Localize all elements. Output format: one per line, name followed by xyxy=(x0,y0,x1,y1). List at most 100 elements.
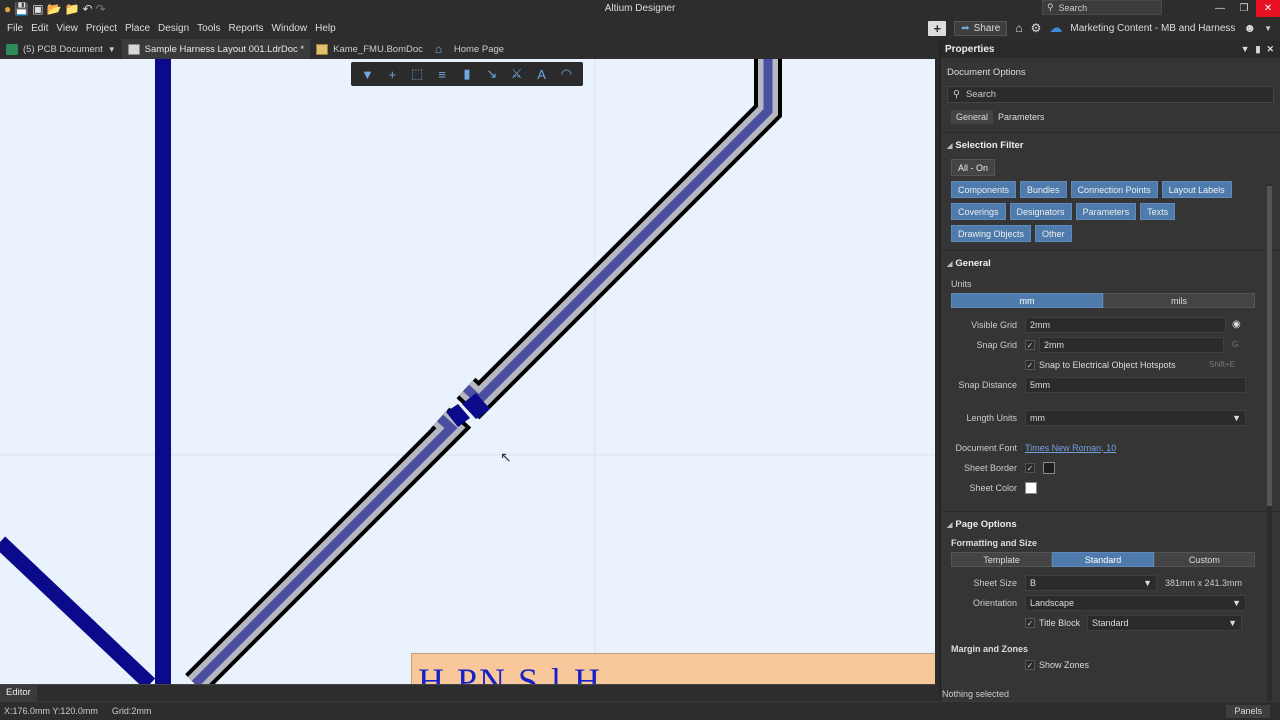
component-icon[interactable]: ▮ xyxy=(456,66,478,82)
collapse-icon: ◢ xyxy=(947,261,953,268)
panel-menu-icon[interactable]: ▼ xyxy=(1241,41,1250,58)
arc-icon[interactable]: ◠ xyxy=(555,66,577,82)
standard-button[interactable]: Standard xyxy=(1052,552,1154,567)
align-icon[interactable]: ≡ xyxy=(431,67,453,82)
filter-chip-parameters[interactable]: Parameters xyxy=(1075,203,1137,220)
close-icon[interactable]: ✕ xyxy=(1266,41,1274,58)
sheet-border-checkbox[interactable]: ✓ xyxy=(1025,462,1035,473)
title-block-select[interactable]: Standard ▼ xyxy=(1087,614,1242,631)
title-block[interactable]: H PN S l H xyxy=(411,653,935,684)
chevron-down-icon[interactable]: ▼ xyxy=(1264,24,1272,33)
custom-button[interactable]: Custom xyxy=(1153,552,1255,567)
sheet-size-row: Sheet Size B ▼ 381mm x 241.3mm xyxy=(941,573,1280,592)
menu-design[interactable]: Design xyxy=(154,23,193,34)
pin-icon[interactable]: ▮ xyxy=(1256,41,1261,58)
filter-chip-other[interactable]: Other xyxy=(1035,225,1072,242)
filter-chip-components[interactable]: Components xyxy=(951,181,1017,198)
minimize-button[interactable]: — xyxy=(1208,0,1232,17)
menu-help[interactable]: Help xyxy=(311,23,340,34)
menu-reports[interactable]: Reports xyxy=(225,23,268,34)
selection-filter-title[interactable]: ◢ Selection Filter xyxy=(941,139,1280,153)
scrollbar-thumb[interactable] xyxy=(1267,186,1272,506)
wire-diagonal[interactable] xyxy=(0,536,156,684)
tab-bom-document[interactable]: Kame_FMU.BomDoc xyxy=(310,39,429,59)
length-units-select[interactable]: mm ▼ xyxy=(1025,409,1246,426)
all-on-button[interactable]: All - On xyxy=(951,159,996,176)
properties-scrollbar[interactable] xyxy=(1267,184,1272,701)
menu-edit[interactable]: Edit xyxy=(27,23,52,34)
sheet-size-select[interactable]: B ▼ xyxy=(1025,574,1157,591)
connector-icon[interactable]: ⚔ xyxy=(506,66,528,82)
global-search[interactable]: ⚲ Search xyxy=(1042,0,1162,15)
share-button[interactable]: ➦ Share xyxy=(954,20,1008,36)
open-icon[interactable]: 📂 xyxy=(47,2,62,16)
harness-bundle-upper[interactable] xyxy=(456,59,782,420)
save-icon[interactable]: 💾 xyxy=(14,2,29,16)
title-block-checkbox[interactable]: ✓ xyxy=(1025,617,1035,628)
tab-harness-layout[interactable]: Sample Harness Layout 001.LdrDoc * xyxy=(121,39,311,59)
open-project-icon[interactable]: 📁 xyxy=(65,2,80,16)
page-options-section: ◢ Page Options Formatting and Size Templa… xyxy=(941,511,1280,674)
orientation-select[interactable]: Landscape ▼ xyxy=(1025,594,1246,611)
filter-icon[interactable]: ▼ xyxy=(356,67,378,82)
harness-bundle-lower[interactable] xyxy=(185,404,472,684)
section-title-text: General xyxy=(955,258,991,269)
template-button[interactable]: Template xyxy=(951,552,1053,567)
filter-chip-bundles[interactable]: Bundles xyxy=(1020,181,1067,198)
wire-icon[interactable]: ↘ xyxy=(481,66,503,82)
tab-general[interactable]: General xyxy=(951,110,994,124)
close-button[interactable]: ✕ xyxy=(1256,0,1280,17)
properties-panel: Properties ▼ ▮ ✕ Document Options ⚲ Sear… xyxy=(940,41,1280,701)
show-zones-checkbox[interactable]: ✓ xyxy=(1025,659,1035,670)
properties-search-placeholder: Search xyxy=(965,89,997,100)
snap-hotspots-checkbox[interactable]: ✓ xyxy=(1025,359,1035,370)
crosshair-icon[interactable]: + xyxy=(381,67,403,82)
restore-button[interactable]: ❐ xyxy=(1232,0,1256,17)
general-title[interactable]: ◢ General xyxy=(941,257,1280,271)
redo-icon[interactable]: ↷ xyxy=(96,2,106,16)
filter-chip-designators[interactable]: Designators xyxy=(1009,203,1072,220)
document-font-link[interactable]: Times New Roman, 10 xyxy=(1025,443,1116,453)
save-all-icon[interactable]: ▣ xyxy=(32,2,43,16)
menu-place[interactable]: Place xyxy=(121,23,154,34)
menu-tools[interactable]: Tools xyxy=(193,23,224,34)
menu-view[interactable]: View xyxy=(52,23,82,34)
app-logo-icon[interactable]: ● xyxy=(4,2,11,16)
sheet-border-color-swatch[interactable] xyxy=(1043,461,1055,474)
eye-icon[interactable]: ◉ xyxy=(1232,319,1241,330)
panels-button[interactable]: Panels xyxy=(1226,705,1270,718)
gear-icon[interactable]: ⚙ xyxy=(1031,21,1042,35)
filter-chip-drawing-objects[interactable]: Drawing Objects xyxy=(951,225,1032,242)
filter-chip-layout-labels[interactable]: Layout Labels xyxy=(1161,181,1232,198)
editor-tab[interactable]: Editor xyxy=(0,685,37,701)
snap-grid-field[interactable]: 2mm xyxy=(1039,336,1224,353)
sheet-color-swatch[interactable] xyxy=(1025,481,1037,494)
tab-pcb-document[interactable]: (5) PCB Document ▼ xyxy=(0,39,122,59)
user-avatar-icon[interactable]: ☻ xyxy=(1243,21,1256,35)
add-button[interactable]: + xyxy=(928,20,947,36)
tab-parameters[interactable]: Parameters xyxy=(993,110,1050,124)
title-bar: ● 💾 ▣ 📂 📁 ↶ ↷ Altium Designer ⚲ Search —… xyxy=(0,0,1280,17)
layout-canvas[interactable]: ▼ + ⬚ ≡ ▮ ↘ ⚔ A ◠ H PN S l H ↖ xyxy=(0,59,935,684)
menu-file[interactable]: File xyxy=(3,23,27,34)
filter-chip-connection-points[interactable]: Connection Points xyxy=(1070,181,1158,198)
tab-home-page[interactable]: ⌂ Home Page xyxy=(429,39,510,59)
undo-icon[interactable]: ↶ xyxy=(82,2,92,16)
text-icon[interactable]: A xyxy=(531,67,553,82)
menu-project[interactable]: Project xyxy=(82,23,121,34)
select-rect-icon[interactable]: ⬚ xyxy=(406,66,428,82)
chevron-down-icon[interactable]: ▼ xyxy=(108,45,116,54)
home-icon[interactable]: ⌂ xyxy=(1015,21,1022,35)
units-mm-button[interactable]: mm xyxy=(951,293,1103,308)
filter-chip-coverings[interactable]: Coverings xyxy=(951,203,1006,220)
snap-distance-field[interactable]: 5mm xyxy=(1025,376,1246,393)
chevron-down-icon: ▼ xyxy=(1232,412,1241,423)
properties-search[interactable]: ⚲ Search xyxy=(947,86,1274,103)
workspace-name[interactable]: Marketing Content - MB and Harness xyxy=(1070,23,1235,34)
visible-grid-field[interactable]: 2mm xyxy=(1025,316,1226,333)
page-options-title[interactable]: ◢ Page Options xyxy=(941,518,1280,532)
menu-window[interactable]: Window xyxy=(268,23,312,34)
units-mils-button[interactable]: mils xyxy=(1103,293,1255,308)
filter-chip-texts[interactable]: Texts xyxy=(1140,203,1176,220)
snap-grid-checkbox[interactable]: ✓ xyxy=(1025,339,1035,350)
